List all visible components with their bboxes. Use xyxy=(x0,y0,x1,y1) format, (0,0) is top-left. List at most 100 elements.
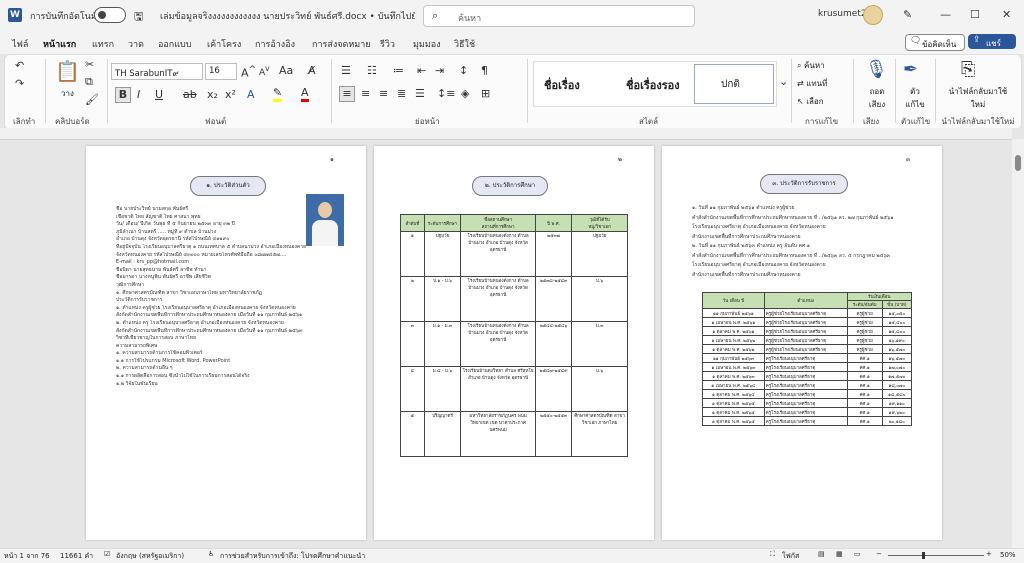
bold-button[interactable]: B xyxy=(115,87,131,103)
style-title[interactable]: ชื่อเรื่อง xyxy=(544,76,580,94)
find-label: ค้นหา xyxy=(804,61,825,70)
microphone-icon[interactable]: 🎙 xyxy=(865,59,888,80)
page-count[interactable]: หน้า 1 จาก 76 xyxy=(4,551,50,562)
search-box[interactable]: ⌕ ค้นหา xyxy=(423,5,695,27)
page-number: ๒ xyxy=(618,156,622,163)
shading-icon[interactable]: ◈ xyxy=(461,87,469,100)
zoom-slider[interactable] xyxy=(888,552,984,559)
avatar[interactable] xyxy=(863,5,883,25)
justify-icon[interactable]: ≣ xyxy=(397,87,406,100)
tab-view[interactable]: มุมมอง xyxy=(413,37,441,51)
word-count[interactable]: 11661 คำ xyxy=(60,551,93,562)
minimize-button[interactable]: — xyxy=(940,8,951,21)
font-name-select[interactable]: TH SarabunIT๙ xyxy=(111,63,203,80)
font-color-icon[interactable]: A xyxy=(301,86,309,102)
tab-design[interactable]: ออกแบบ xyxy=(158,37,192,51)
show-marks-icon[interactable]: ¶ xyxy=(481,64,488,77)
editor-button[interactable]: ตัวแก้ไข xyxy=(903,85,927,111)
select-button[interactable]: ↖ เลือก xyxy=(797,95,824,108)
pen-icon[interactable]: ✎ xyxy=(903,8,912,21)
text-effects-icon[interactable]: A xyxy=(247,88,255,101)
read-mode-icon[interactable]: ▤ xyxy=(818,550,825,558)
styles-more-icon[interactable]: ⌄ xyxy=(779,75,788,88)
tab-help[interactable]: วิธีใช้ xyxy=(454,37,475,51)
replace-button[interactable]: ⇄ แทนที่ xyxy=(797,77,827,90)
zoom-level[interactable]: 50% xyxy=(1000,551,1016,559)
scroll-thumb[interactable] xyxy=(1015,155,1021,171)
highlight-icon[interactable]: ✎ xyxy=(273,86,283,102)
text-line: สังกัดสำนักงานเขตพื้นที่การศึกษาประถมศึก… xyxy=(116,312,303,319)
clear-format-icon[interactable]: A̸ xyxy=(308,64,316,77)
font-size-select[interactable]: 16 xyxy=(205,63,237,80)
reuse-files-icon[interactable]: ⎘ xyxy=(961,59,975,80)
maximize-button[interactable]: ☐ xyxy=(970,8,980,21)
tab-mailings[interactable]: การส่งจดหมาย xyxy=(312,37,371,51)
align-center-icon[interactable]: ≡ xyxy=(361,87,370,100)
bullets-icon[interactable]: ☰ xyxy=(341,64,351,77)
sort-icon[interactable]: ↕ xyxy=(459,64,468,77)
page-2[interactable]: ๒ ๒. ประวัติการศึกษา ลำดับที่ ระดับการศึก… xyxy=(374,146,654,540)
redo-icon[interactable]: ↷ xyxy=(15,77,24,90)
line-spacing-icon[interactable]: ↕≡ xyxy=(437,87,455,100)
save-icon[interactable]: 🖫 xyxy=(134,8,143,27)
text-line: วิชาที่เชี่ยวชาญในการสอน ภาษาไทย xyxy=(116,335,196,342)
language[interactable]: อังกฤษ (สหรัฐอเมริกา) xyxy=(116,551,184,562)
shrink-font-icon[interactable]: Av xyxy=(259,64,270,78)
zoom-in-button[interactable]: + xyxy=(986,550,992,558)
style-normal[interactable]: ปกติ xyxy=(694,64,774,104)
close-button[interactable]: ✕ xyxy=(1002,8,1011,21)
tab-references[interactable]: การอ้างอิง xyxy=(255,37,295,51)
tab-insert[interactable]: แทรก xyxy=(92,37,114,51)
find-button[interactable]: ⌕ ค้นหา xyxy=(797,59,825,72)
numbering-icon[interactable]: ☷ xyxy=(367,64,377,77)
vertical-scrollbar[interactable] xyxy=(1012,139,1024,548)
comments-button[interactable]: 🗨 ข้อคิดเห็น xyxy=(905,34,965,51)
reuse-files-button[interactable]: นำไฟล์กลับมาใช้ใหม่ xyxy=(943,85,1013,111)
page-3[interactable]: ๓ ๓. ประวัติการรับราชการ ๑. วันที่ ๑๑ กุ… xyxy=(662,146,942,540)
copy-icon[interactable]: ⧉ xyxy=(85,75,93,89)
align-right-icon[interactable]: ≡ xyxy=(379,87,388,100)
focus-button[interactable]: โฟกัส xyxy=(782,551,799,562)
share-button[interactable]: ⇪ แชร์ xyxy=(968,34,1016,49)
italic-button[interactable]: I xyxy=(137,88,140,101)
document-title[interactable]: เล่มข้อมูลจริงงงงงงงงงงงง นายประวิทย์ พั… xyxy=(160,9,415,23)
grow-font-icon[interactable]: A^ xyxy=(241,64,256,80)
accessibility-status[interactable]: การช่วยสำหรับการเข้าถึง: โปรดศึกษาคำแนะน… xyxy=(220,551,365,562)
increase-indent-icon[interactable]: ⇥ xyxy=(435,64,444,77)
superscript-button[interactable]: x² xyxy=(225,88,236,101)
borders-icon[interactable]: ⊞ xyxy=(481,87,490,100)
print-layout-icon[interactable]: ▦ xyxy=(836,550,843,558)
horizontal-ruler[interactable] xyxy=(0,128,1012,140)
tab-home[interactable]: หน้าแรก xyxy=(43,37,77,57)
paste-icon[interactable]: 📋 xyxy=(55,59,80,83)
undo-icon[interactable]: ↶ xyxy=(15,59,24,72)
align-left-icon[interactable]: ≡ xyxy=(339,86,355,102)
page-1[interactable]: ๑ ๑. ประวัติส่วนตัว ชื่อ นายประวิทย์ นาม… xyxy=(86,146,366,540)
decrease-indent-icon[interactable]: ⇤ xyxy=(417,64,426,77)
distribute-icon[interactable]: ☰ xyxy=(415,87,425,100)
zoom-out-button[interactable]: − xyxy=(876,550,882,558)
style-subtitle[interactable]: ชื่อเรื่องรอง xyxy=(626,76,680,94)
accessibility-icon[interactable]: ♿ xyxy=(208,550,214,558)
paste-label[interactable]: วาง xyxy=(61,87,74,100)
autosave-toggle[interactable] xyxy=(94,7,126,23)
editor-icon[interactable]: ✒ xyxy=(903,59,918,80)
user-name[interactable]: krusumet2 xyxy=(818,9,867,19)
underline-button[interactable]: U xyxy=(155,88,163,101)
multilevel-icon[interactable]: ≔ xyxy=(393,64,404,77)
change-case-icon[interactable]: Aa xyxy=(279,64,293,77)
table-cell: ๑๕,๘๐๐ xyxy=(881,326,913,336)
tab-review[interactable]: รีวิว xyxy=(380,37,395,51)
web-layout-icon[interactable]: ▭ xyxy=(854,550,861,558)
table-row: ๑ ตุลาคม พ.ศ. ๒๕๖๔ ครูโรงเรียนอนุบาลศรีธา… xyxy=(702,389,913,399)
tab-file[interactable]: ไฟล์ xyxy=(12,37,28,51)
focus-icon[interactable]: ⛶ xyxy=(770,550,775,559)
dictate-button[interactable]: ถอดเสียง xyxy=(863,85,891,111)
tab-draw[interactable]: วาด xyxy=(128,37,144,51)
tab-layout[interactable]: เค้าโครง xyxy=(207,37,241,51)
proofing-icon[interactable]: ☑ xyxy=(104,550,110,558)
subscript-button[interactable]: x₂ xyxy=(207,88,218,101)
format-painter-icon[interactable]: 🖌 xyxy=(85,93,99,106)
strikethrough-button[interactable]: ab xyxy=(183,88,197,101)
cut-icon[interactable]: ✂ xyxy=(85,58,94,71)
